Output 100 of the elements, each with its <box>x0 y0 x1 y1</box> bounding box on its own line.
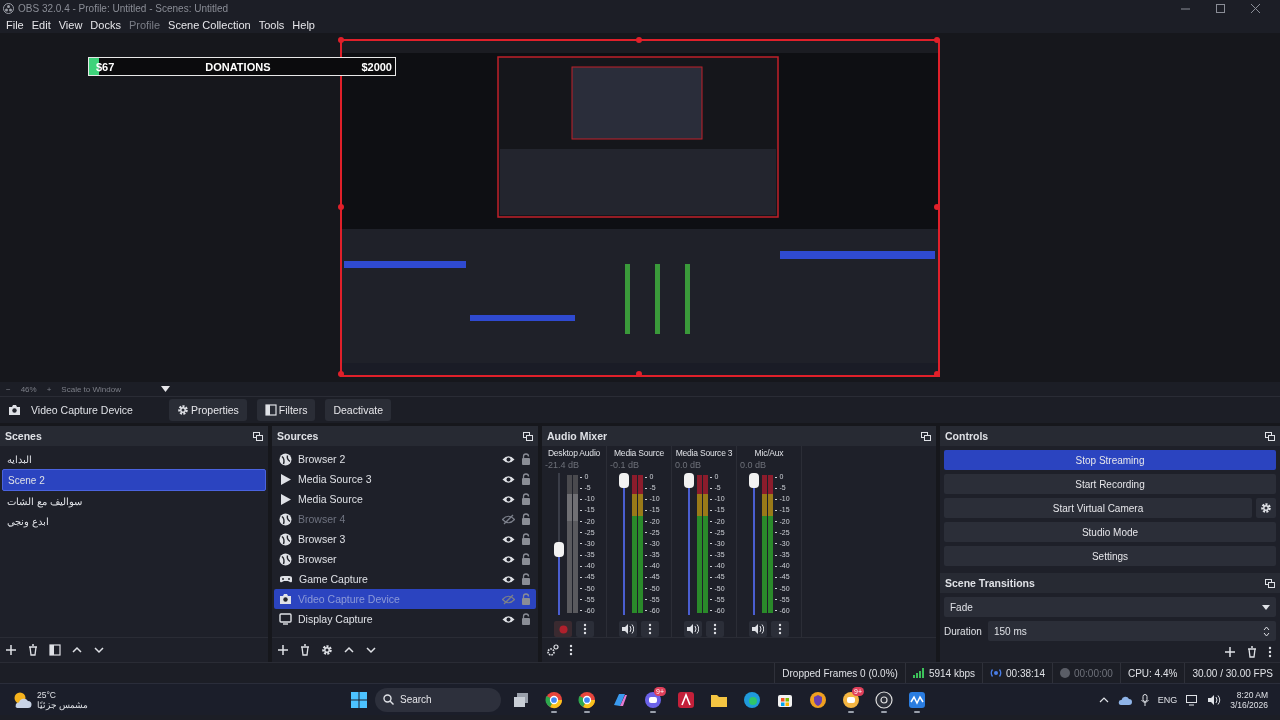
trash-icon[interactable] <box>27 644 39 656</box>
eye-icon[interactable] <box>502 494 515 504</box>
scene-item[interactable]: ابدع ونجي <box>2 511 266 531</box>
recorder-app-icon[interactable] <box>875 690 893 709</box>
undock-icon[interactable] <box>1265 431 1275 441</box>
menu-item[interactable]: Scene Collection <box>164 19 255 31</box>
channel-menu-button[interactable] <box>706 621 724 637</box>
mute-button[interactable] <box>619 621 637 637</box>
eye-hidden-icon[interactable] <box>502 513 515 525</box>
eye-icon[interactable] <box>502 554 515 564</box>
lock-icon[interactable] <box>521 493 531 505</box>
eye-icon[interactable] <box>502 534 515 544</box>
duration-field[interactable]: 150 ms <box>988 621 1276 641</box>
trash-icon[interactable] <box>299 644 311 656</box>
volume-slider[interactable] <box>553 473 566 615</box>
slider-thumb[interactable] <box>749 473 760 488</box>
undock-icon[interactable] <box>523 431 533 441</box>
menu-item[interactable]: Tools <box>254 19 289 31</box>
chevron-down-icon[interactable] <box>93 644 105 656</box>
lock-icon[interactable] <box>521 573 531 585</box>
channel-menu-button[interactable] <box>641 621 659 637</box>
source-item[interactable]: Browser <box>274 549 536 569</box>
browser-icon[interactable] <box>545 690 563 709</box>
search-button[interactable]: Search <box>375 687 501 712</box>
slider-thumb[interactable] <box>554 541 565 557</box>
add-icon[interactable] <box>5 644 17 656</box>
menu-item[interactable]: View <box>54 19 87 31</box>
clock[interactable]: 8:20 AM 3/16/2026 <box>1230 689 1268 710</box>
filter-icon[interactable] <box>49 644 61 656</box>
more-icon[interactable] <box>569 644 573 656</box>
resize-handle[interactable] <box>338 203 344 210</box>
scene-item[interactable]: سواليف مع الشات <box>2 491 266 511</box>
source-item[interactable]: Media Source 3 <box>274 469 536 489</box>
eye-icon[interactable] <box>502 474 515 484</box>
network-icon[interactable] <box>1186 693 1200 706</box>
lock-icon[interactable] <box>521 453 531 465</box>
shield-app-icon[interactable] <box>809 690 827 709</box>
menu-item[interactable]: Help <box>288 19 319 31</box>
lock-icon[interactable] <box>521 533 531 545</box>
scale-mode[interactable]: Scale to Window <box>61 384 121 394</box>
filter-icon[interactable] <box>264 404 277 416</box>
microphone-icon[interactable] <box>1140 693 1149 706</box>
control-button[interactable]: Stop Streaming <box>944 450 1276 470</box>
lock-icon[interactable] <box>521 613 531 625</box>
scene-item[interactable]: البدايه <box>2 449 266 469</box>
eye-icon[interactable] <box>502 574 515 584</box>
cloud-icon[interactable] <box>1117 694 1132 705</box>
lock-icon[interactable] <box>521 513 531 525</box>
chat-app-icon[interactable] <box>644 690 662 709</box>
source-item[interactable]: Game Capture <box>274 569 536 589</box>
slider-thumb[interactable] <box>684 473 695 488</box>
zoom-out-button[interactable]: − <box>6 384 11 394</box>
resize-handle[interactable] <box>636 370 642 377</box>
app-icon[interactable] <box>677 690 695 709</box>
mixer-settings-icon[interactable] <box>547 644 559 656</box>
source-item[interactable]: Browser 4 <box>274 509 536 529</box>
slider-thumb[interactable] <box>619 473 630 488</box>
menu-item[interactable]: Docks <box>86 19 125 31</box>
channel-menu-button[interactable] <box>771 621 789 637</box>
undock-icon[interactable] <box>921 431 931 441</box>
undock-icon[interactable] <box>253 431 263 441</box>
zoom-in-button[interactable]: + <box>46 384 52 394</box>
trash-icon[interactable] <box>1246 646 1258 658</box>
browser-icon[interactable] <box>743 690 761 709</box>
volume-slider[interactable] <box>683 473 696 615</box>
close-icon[interactable] <box>1251 4 1260 13</box>
source-item[interactable]: Media Source <box>274 489 536 509</box>
more-icon[interactable] <box>778 623 782 635</box>
source-item[interactable]: Display Capture <box>274 609 536 629</box>
channel-menu-button[interactable] <box>576 621 594 637</box>
lock-icon[interactable] <box>521 473 531 485</box>
volume-slider[interactable] <box>748 473 761 615</box>
resize-handle[interactable] <box>338 36 344 43</box>
windows-stack-icon[interactable] <box>512 690 530 709</box>
lock-icon[interactable] <box>521 553 531 565</box>
source-item[interactable]: Browser 3 <box>274 529 536 549</box>
toolbar-button[interactable]: Properties <box>168 399 247 421</box>
scene-item[interactable]: Scene 2 <box>2 469 266 491</box>
add-icon[interactable] <box>277 644 289 656</box>
chevron-up-icon[interactable] <box>1098 696 1109 703</box>
control-button[interactable]: Start Virtual Camera <box>944 498 1252 518</box>
start-icon[interactable] <box>350 690 368 709</box>
mute-button[interactable] <box>684 621 702 637</box>
more-icon[interactable] <box>1268 646 1272 658</box>
add-icon[interactable] <box>1224 646 1236 658</box>
resize-handle[interactable] <box>934 370 940 377</box>
menu-item[interactable]: File <box>2 19 28 31</box>
control-button[interactable]: Start Recording <box>944 474 1276 494</box>
dropdown-caret-icon[interactable] <box>160 386 170 392</box>
toolbar-button[interactable]: Filters <box>256 399 316 421</box>
settings-icon[interactable] <box>176 404 189 416</box>
mute-button[interactable] <box>749 621 767 637</box>
settings-icon[interactable] <box>321 644 333 656</box>
resize-handle[interactable] <box>934 203 940 210</box>
more-icon[interactable] <box>648 623 652 635</box>
speaker-icon[interactable] <box>1208 694 1222 705</box>
toolbar-button[interactable]: Deactivate <box>325 399 391 421</box>
resize-handle[interactable] <box>636 36 642 43</box>
undock-icon[interactable] <box>1265 578 1275 588</box>
chat-app-icon[interactable] <box>842 690 860 709</box>
